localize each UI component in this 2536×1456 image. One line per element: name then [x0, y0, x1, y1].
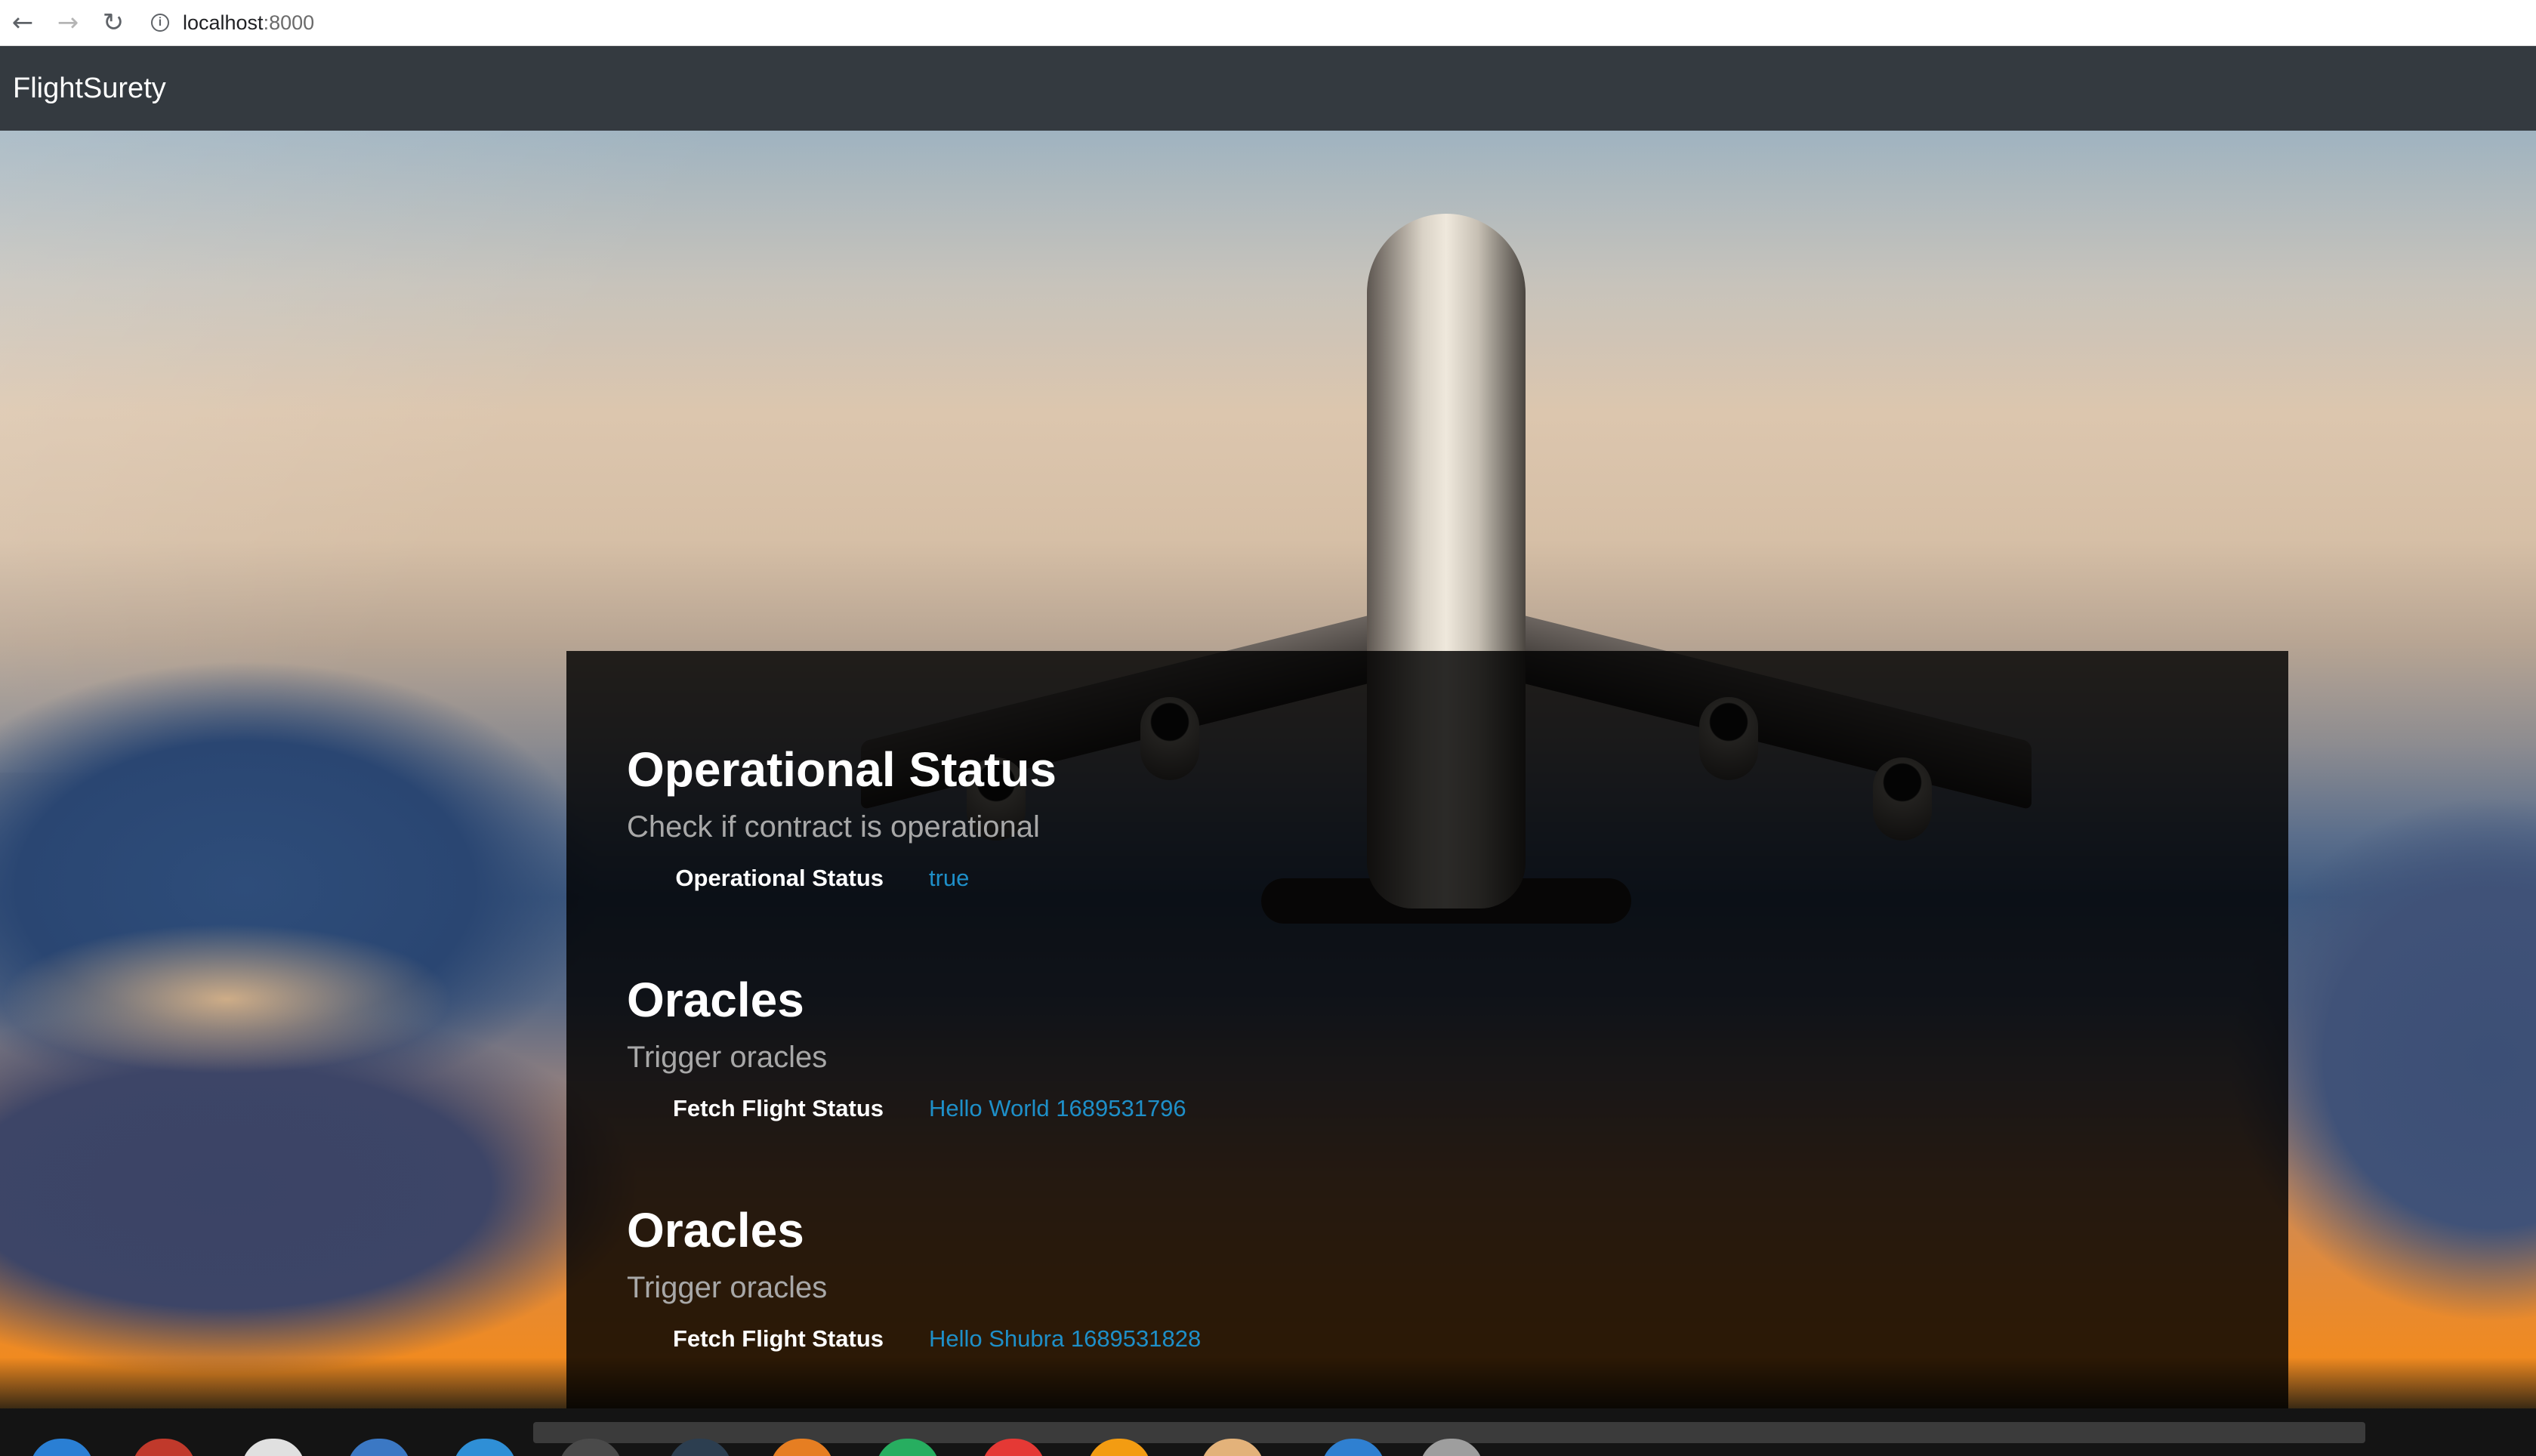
- files-icon[interactable]: [132, 1439, 196, 1456]
- camera-icon[interactable]: [242, 1439, 305, 1456]
- firefox-icon[interactable]: [30, 1439, 94, 1456]
- content-panel: Operational Status Check if contract is …: [566, 651, 2288, 1408]
- section-subtitle: Check if contract is operational: [627, 810, 1040, 844]
- row-value: true: [929, 865, 970, 891]
- status-row: Fetch Flight Status Hello World 16895317…: [566, 1095, 1186, 1122]
- browser-icon[interactable]: [453, 1439, 517, 1456]
- row-label: Fetch Flight Status: [673, 1095, 884, 1121]
- section-operational-status: Operational Status Check if contract is …: [627, 745, 1057, 842]
- section-subtitle: Trigger oracles: [627, 1041, 828, 1074]
- info-icon[interactable]: i: [151, 14, 169, 32]
- section-title: Operational Status: [627, 742, 1057, 797]
- document-icon[interactable]: [347, 1439, 411, 1456]
- row-label: Fetch Flight Status: [673, 1325, 884, 1352]
- back-icon[interactable]: ←: [0, 0, 45, 45]
- section-oracles: Oracles Trigger oracles: [627, 976, 827, 1072]
- status-row: Operational Status true: [566, 865, 969, 892]
- row-value: Hello Shubra 1689531828: [929, 1325, 1202, 1352]
- section-subtitle: Trigger oracles: [627, 1271, 828, 1304]
- address-bar[interactable]: i localhost:8000: [151, 0, 314, 45]
- status-row: Fetch Flight Status Hello Shubra 1689531…: [566, 1325, 1201, 1353]
- url-port: :8000: [263, 11, 315, 34]
- reload-icon[interactable]: ↻: [91, 0, 136, 45]
- row-value: Hello World 1689531796: [929, 1095, 1186, 1121]
- browser-toolbar: ← → ↻ i localhost:8000: [0, 0, 2536, 46]
- url-host: localhost: [183, 11, 264, 34]
- section-title: Oracles: [627, 1203, 804, 1257]
- navbar-brand[interactable]: FlightSurety: [13, 72, 166, 105]
- section-title: Oracles: [627, 973, 804, 1027]
- os-taskbar: [0, 1408, 2536, 1456]
- cloud: [0, 924, 453, 1075]
- row-label: Operational Status: [675, 865, 884, 891]
- section-oracles: Oracles Trigger oracles: [627, 1206, 827, 1303]
- app-navbar: FlightSurety: [0, 46, 2536, 131]
- forward-icon[interactable]: →: [45, 0, 91, 45]
